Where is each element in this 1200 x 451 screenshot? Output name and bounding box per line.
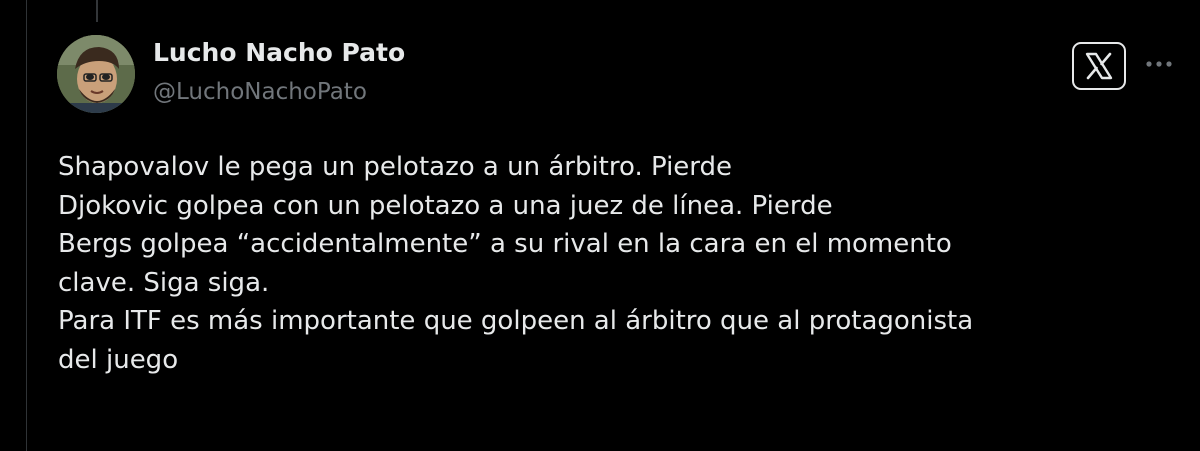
tweet-line: del juego: [58, 344, 179, 375]
author-display-name[interactable]: Lucho Nacho Pato: [153, 38, 405, 67]
tweet-line: Bergs golpea “accidentalmente” a su riva…: [58, 229, 952, 259]
author-handle[interactable]: @LuchoNachoPato: [153, 79, 367, 105]
tweet-line: clave. Siga siga.: [58, 267, 270, 298]
x-logo-icon[interactable]: [1072, 42, 1126, 90]
more-options-button[interactable]: [1141, 46, 1177, 82]
avatar[interactable]: [57, 35, 135, 113]
tweet-text: Shapovalov le pega un pelotazo a un árbi…: [58, 148, 1178, 379]
tweet-line: Para ITF es más importante que golpeen a…: [58, 306, 974, 336]
avatar-image: [57, 35, 135, 113]
tweet-line: Djokovic golpea con un pelotazo a una ju…: [58, 190, 833, 221]
thread-connector-line: [96, 0, 98, 22]
more-horizontal-icon: [1146, 61, 1172, 67]
timeline-border: [26, 0, 27, 451]
x-logo-glyph: [1085, 52, 1113, 80]
tweet-line: Shapovalov le pega un pelotazo a un árbi…: [58, 152, 733, 182]
